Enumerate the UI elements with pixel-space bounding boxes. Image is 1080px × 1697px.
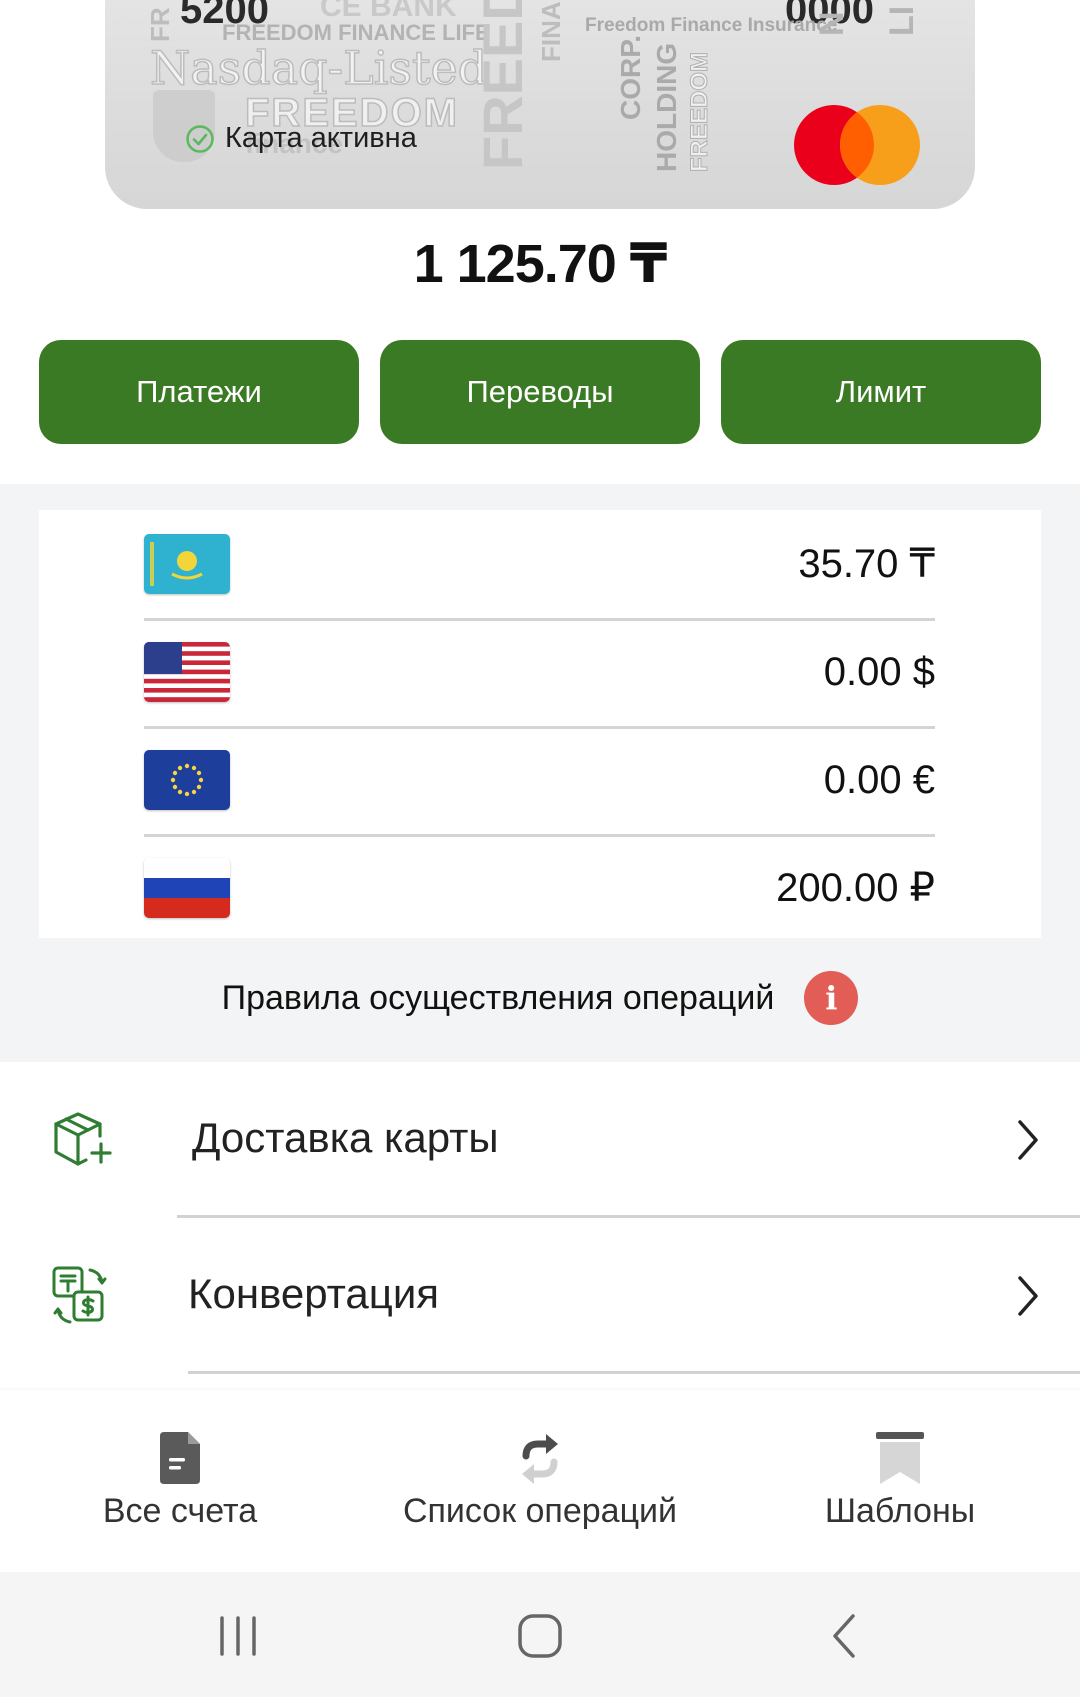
chevron-right-icon [1018,1120,1038,1160]
document-icon [160,1432,200,1484]
info-icon[interactable]: i [804,971,859,1025]
nav-templates[interactable]: Шаблоны [730,1430,1070,1531]
check-circle-icon [186,124,214,153]
russia-flag-icon [144,858,230,918]
action-buttons: Платежи Переводы Лимит [39,340,1041,444]
payments-button[interactable]: Платежи [39,340,359,444]
currency-amount: 0.00 $ [823,649,935,694]
chevron-right-icon [1018,1276,1038,1316]
card-status: Карта активна [185,122,417,155]
card-watermark: N [813,11,851,36]
recent-apps-icon[interactable] [208,1608,268,1664]
currency-row-kzt[interactable]: 35.70 ₸ [144,510,935,621]
currency-section: 35.70 ₸ 0.00 $ 0.00 € 200.00 ₽ Правила о… [0,484,1080,1062]
eu-flag-icon [144,750,230,810]
card-watermark: CE BANK [320,0,457,23]
package-add-icon [54,1112,112,1166]
menu-item-label: Конвертация [188,1270,440,1317]
usa-flag-icon [144,642,230,702]
currency-amount: 0.00 € [823,757,935,802]
card-watermark: FR [145,7,175,42]
card-watermark: FINA [536,1,566,62]
divider [188,1371,1080,1374]
currency-amount: 35.70 ₸ [798,542,935,586]
bottom-navigation: Все счета Список операций Шаблоны [0,1390,1080,1572]
home-icon[interactable] [510,1608,570,1664]
transfers-button[interactable]: Переводы [380,340,700,444]
bookmark-icon [876,1432,924,1484]
currency-exchange-icon [52,1266,107,1324]
nav-label: Список операций [402,1492,678,1530]
card-watermark: Nasdaq-Listed [149,41,488,95]
bank-card[interactable]: 5200 CE BANK 0000 FREEDOM FINANCE LIFE N… [105,0,975,209]
mastercard-logo-icon [794,105,920,185]
back-icon[interactable] [815,1608,875,1664]
nav-operations-list[interactable]: Список операций [370,1430,710,1531]
operation-rules[interactable]: Правила осуществления операций i [0,971,1080,1025]
menu-item-conversion[interactable]: Конвертация [0,1218,1080,1374]
currency-row-eur[interactable]: 0.00 € [144,726,935,837]
card-watermark: HOLDING [651,42,682,172]
currency-row-rub[interactable]: 200.00 ₽ [144,834,935,942]
nav-label: Шаблоны [824,1492,976,1530]
kazakhstan-flag-icon [144,534,230,594]
nav-label: Все счета [102,1492,258,1530]
refresh-icon [522,1434,558,1484]
card-status-label: Карта активна [225,122,417,154]
currency-row-usd[interactable]: 0.00 $ [144,618,935,729]
operation-rules-label: Правила осуществления операций [221,978,775,1017]
card-watermark: Freedom Finance Insurance [585,15,838,36]
currency-amount: 200.00 ₽ [776,866,935,910]
card-balance: 1 125.70 ₸ [413,234,668,294]
card-watermark: CORP. [615,34,646,120]
menu-item-label: Доставка карты [192,1114,499,1161]
card-watermark: LI [883,5,921,36]
limit-button[interactable]: Лимит [721,340,1041,444]
card-watermark: FREEDOM [686,52,714,173]
menu-item-card-delivery[interactable]: Доставка карты [0,1062,1080,1218]
card-watermark: FREEDO [471,0,534,170]
system-navigation-bar [0,1572,1080,1697]
currency-balances: 35.70 ₸ 0.00 $ 0.00 € 200.00 ₽ [39,510,1041,938]
nav-all-accounts[interactable]: Все счета [10,1430,350,1531]
